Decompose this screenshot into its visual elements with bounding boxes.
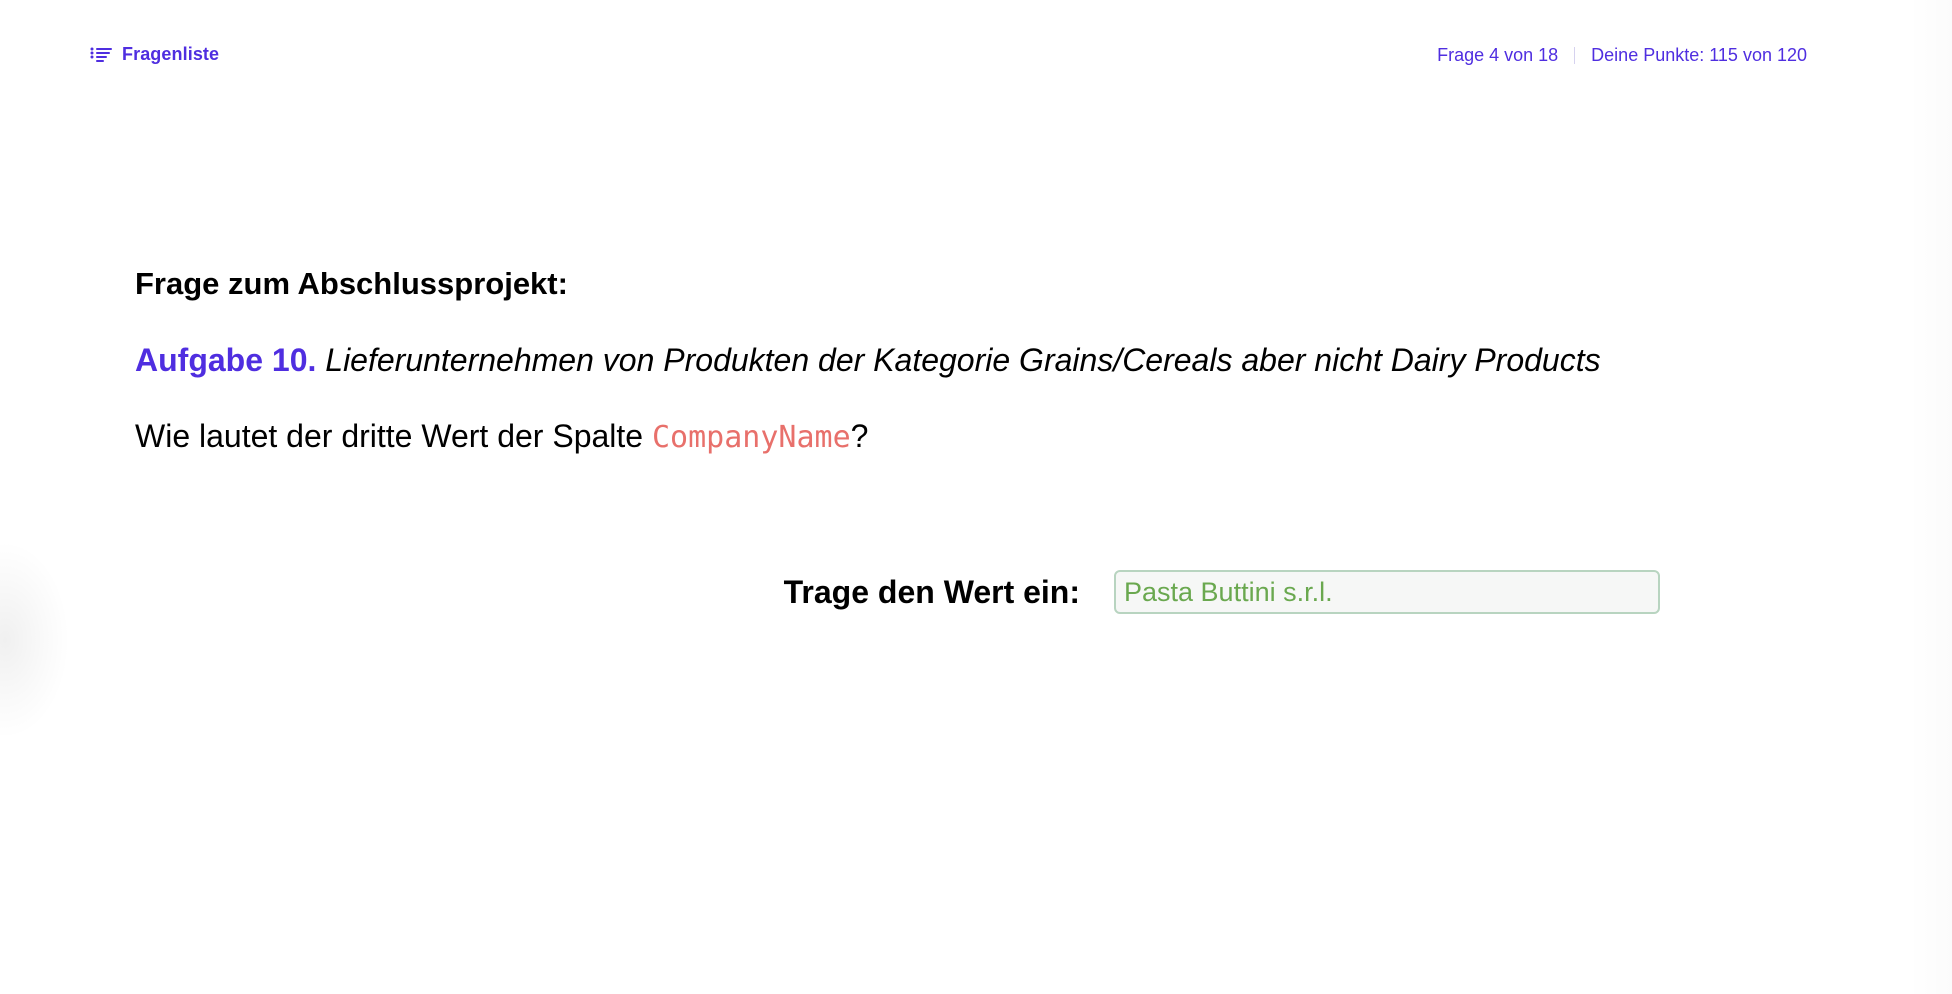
- column-name-code: CompanyName: [651, 420, 851, 455]
- question-text: Wie lautet der dritte Wert der Spalte Co…: [135, 414, 1735, 460]
- progress-info: Frage 4 von 18 Deine Punkte: 115 von 120: [1437, 45, 1807, 66]
- question-progress: Frage 4 von 18: [1437, 45, 1559, 65]
- question-list-label: Fragenliste: [122, 44, 220, 64]
- edge-shadow: [0, 540, 70, 740]
- right-edge: [1908, 0, 1952, 994]
- section-title: Frage zum Abschlussprojekt:: [135, 266, 568, 301]
- divider: [1574, 47, 1576, 64]
- list-icon: [90, 47, 112, 63]
- answer-label: Trage den Wert ein:: [783, 574, 1080, 610]
- question-prefix: Wie lautet der dritte Wert der Spalte: [135, 418, 652, 454]
- question-list-button[interactable]: Fragenliste: [90, 44, 219, 65]
- task-line: Aufgabe 10. Lieferunternehmen von Produk…: [135, 338, 1735, 382]
- quiz-page: Fragenliste Frage 4 von 18 Deine Punkte:…: [0, 0, 1952, 994]
- score-display: Deine Punkte: 115 von 120: [1591, 45, 1807, 65]
- question-suffix: ?: [850, 418, 869, 454]
- task-label: Aufgabe 10.: [135, 342, 317, 378]
- answer-input[interactable]: [1114, 570, 1660, 614]
- question-content: Frage zum Abschlussprojekt: Aufgabe 10. …: [135, 262, 1735, 460]
- task-text: Lieferunternehmen von Produkten der Kate…: [325, 342, 1601, 378]
